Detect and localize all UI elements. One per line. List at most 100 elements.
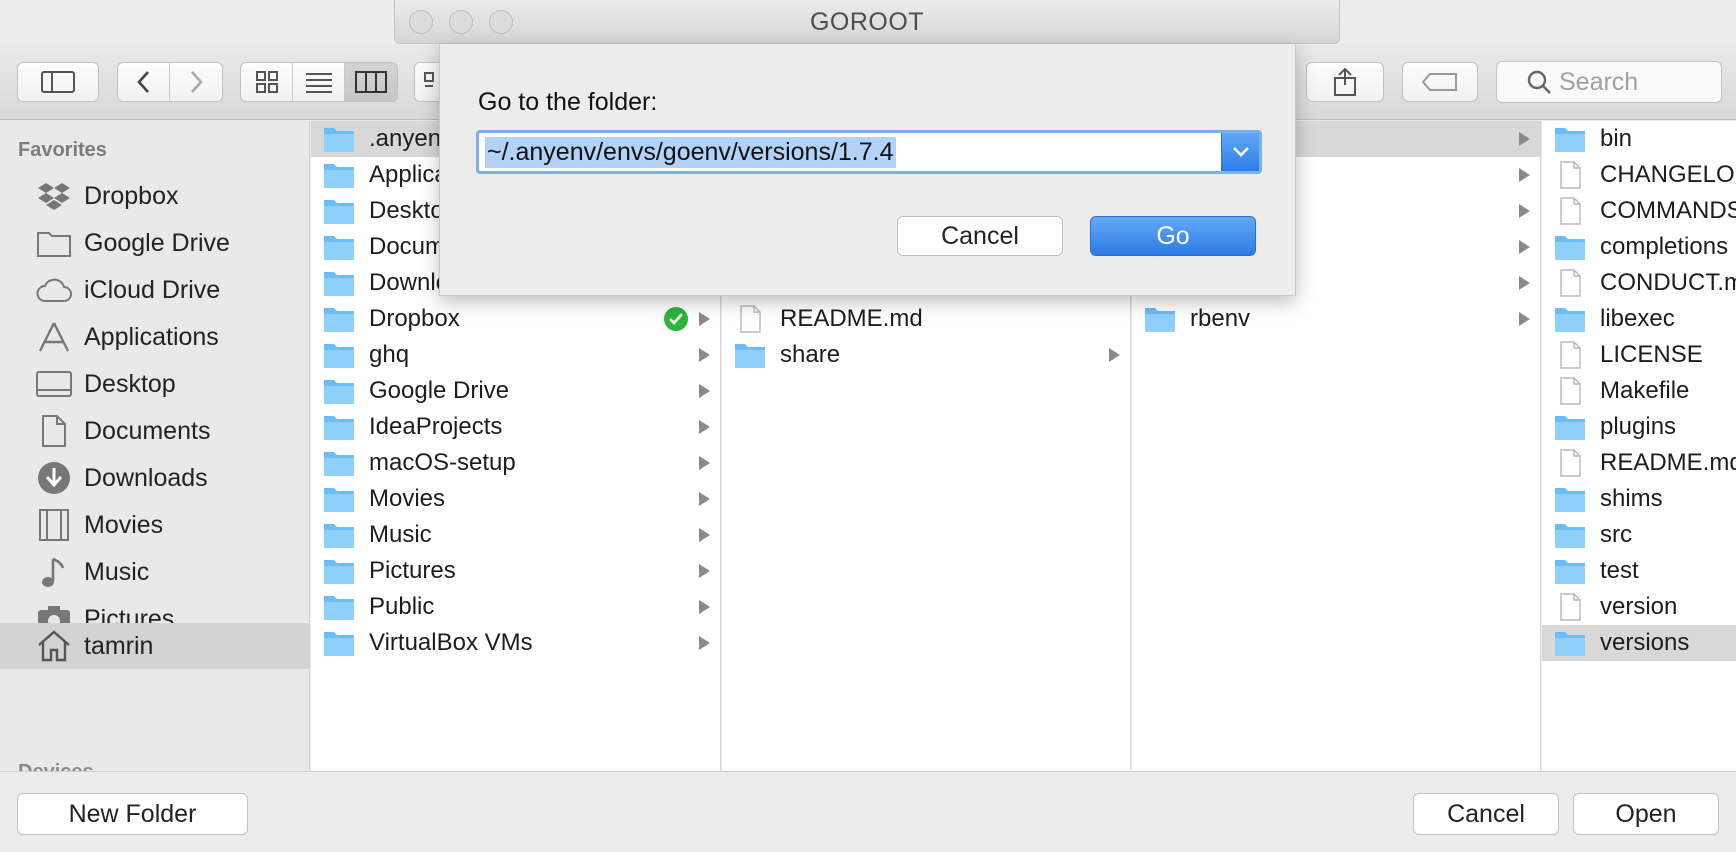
list-item[interactable]: versions xyxy=(1542,625,1736,661)
grid-icon xyxy=(255,71,278,93)
disclosure-arrow-icon xyxy=(699,312,710,326)
list-item[interactable]: Dropbox xyxy=(311,301,720,337)
folder-path-input[interactable]: ~/.anyenv/envs/goenv/versions/1.7.4 xyxy=(485,136,896,168)
item-name: COMMANDS xyxy=(1600,197,1736,224)
sidebar-item-tamrin[interactable]: tamrin xyxy=(0,623,309,669)
item-name: shims xyxy=(1600,485,1663,512)
sidebar-item-icloud-drive[interactable]: iCloud Drive xyxy=(0,267,309,313)
column-view-button[interactable] xyxy=(345,63,397,101)
list-item[interactable]: rbenv xyxy=(1132,301,1540,337)
list-item[interactable]: plugins xyxy=(1542,409,1736,445)
list-view-button[interactable] xyxy=(293,63,345,101)
folder-icon xyxy=(1145,308,1175,332)
search-field[interactable]: Search xyxy=(1496,61,1722,103)
list-item[interactable]: COMMANDS xyxy=(1542,193,1736,229)
list-item[interactable]: bin xyxy=(1542,121,1736,157)
sidebar-item-downloads[interactable]: Downloads xyxy=(0,455,309,501)
list-item[interactable]: VirtualBox VMs xyxy=(311,625,720,661)
item-name: Movies xyxy=(369,485,446,512)
folder-icon xyxy=(324,380,354,404)
list-item[interactable]: Public xyxy=(311,589,720,625)
gallery-icon xyxy=(424,72,434,87)
list-item[interactable]: src xyxy=(1542,517,1736,553)
sidebar-item-music[interactable]: Music xyxy=(0,549,309,595)
document-icon xyxy=(1560,161,1581,189)
document-icon xyxy=(1560,377,1581,405)
list-item[interactable]: README.md xyxy=(722,301,1130,337)
sidebar: Favorites Dropbox Google Drive iCloud Dr… xyxy=(0,121,310,771)
share-button[interactable] xyxy=(1306,62,1384,102)
forward-button[interactable] xyxy=(170,63,222,101)
back-button[interactable] xyxy=(118,63,170,101)
list-item[interactable]: Makefile xyxy=(1542,373,1736,409)
path-history-dropdown-button[interactable] xyxy=(1221,133,1259,171)
list-item[interactable]: shims xyxy=(1542,481,1736,517)
disclosure-arrow-icon xyxy=(699,456,710,470)
sidebar-toggle-button[interactable] xyxy=(17,62,99,102)
desktop-icon xyxy=(36,368,72,400)
folder-icon xyxy=(324,524,354,548)
list-item[interactable]: test xyxy=(1542,553,1736,589)
search-icon xyxy=(1527,70,1551,94)
list-item[interactable]: LICENSE xyxy=(1542,337,1736,373)
list-item[interactable]: Music xyxy=(311,517,720,553)
sidebar-item-label: iCloud Drive xyxy=(84,275,221,304)
column-goenv: bin CHANGELOG COMMANDS completions CONDUCT.m… xyxy=(1542,121,1736,771)
new-folder-button[interactable]: New Folder xyxy=(17,793,248,835)
list-item[interactable]: CHANGELOG xyxy=(1542,157,1736,193)
disclosure-arrow-icon xyxy=(1519,168,1530,182)
folder-icon xyxy=(324,344,354,368)
item-name: src xyxy=(1600,521,1632,548)
item-name: Google Drive xyxy=(369,377,510,404)
item-name: Makefile xyxy=(1600,377,1690,404)
folder-path-combobox[interactable]: ~/.anyenv/envs/goenv/versions/1.7.4 xyxy=(476,130,1262,174)
item-name: share xyxy=(780,341,841,368)
list-icon xyxy=(305,73,332,93)
sidebar-heading-devices: Devices xyxy=(18,761,94,771)
list-item[interactable]: ghq xyxy=(311,337,720,373)
cancel-button[interactable]: Cancel xyxy=(1413,793,1559,835)
title-bar: GOROOT xyxy=(394,0,1340,44)
sidebar-heading-favorites: Favorites xyxy=(18,139,107,161)
list-item[interactable]: Google Drive xyxy=(311,373,720,409)
folder-icon xyxy=(1555,560,1585,584)
bottom-bar: New Folder Cancel Open xyxy=(0,771,1736,852)
document-icon xyxy=(1560,449,1581,477)
sidebar-item-applications[interactable]: Applications xyxy=(0,314,309,360)
item-name: LICENSE xyxy=(1600,341,1703,368)
sidebar-item-label: Google Drive xyxy=(84,228,230,257)
list-item[interactable]: README.md xyxy=(1542,445,1736,481)
list-item[interactable]: share xyxy=(722,337,1130,373)
icon-view-button[interactable] xyxy=(241,63,293,101)
folder-icon xyxy=(324,632,354,656)
item-name: Public xyxy=(369,593,435,620)
item-name: completions xyxy=(1600,233,1729,260)
sheet-cancel-button[interactable]: Cancel xyxy=(897,216,1063,256)
sidebar-item-movies[interactable]: Movies xyxy=(0,502,309,548)
folder-icon xyxy=(1555,416,1585,440)
chevron-down-icon xyxy=(1232,147,1249,157)
window-title: GOROOT xyxy=(809,8,925,36)
sidebar-item-google-drive[interactable]: Google Drive xyxy=(0,220,309,266)
list-item[interactable]: Movies xyxy=(311,481,720,517)
list-item[interactable]: libexec xyxy=(1542,301,1736,337)
sidebar-item-label: Music xyxy=(84,557,150,586)
list-item[interactable]: Pictures xyxy=(311,553,720,589)
item-name: version xyxy=(1600,593,1678,620)
sidebar-item-dropbox[interactable]: Dropbox xyxy=(0,173,309,219)
folder-icon xyxy=(1555,236,1585,260)
sidebar-item-documents[interactable]: Documents xyxy=(0,408,309,454)
list-item[interactable]: macOS-setup xyxy=(311,445,720,481)
list-item[interactable]: CONDUCT.m xyxy=(1542,265,1736,301)
item-name: Music xyxy=(369,521,432,548)
list-item[interactable]: version xyxy=(1542,589,1736,625)
tags-button[interactable] xyxy=(1402,62,1478,102)
open-button[interactable]: Open xyxy=(1573,793,1719,835)
disclosure-arrow-icon xyxy=(699,636,710,650)
list-item[interactable]: completions xyxy=(1542,229,1736,265)
disclosure-arrow-icon xyxy=(699,384,710,398)
sidebar-item-desktop[interactable]: Desktop xyxy=(0,361,309,407)
go-button[interactable]: Go xyxy=(1090,216,1256,256)
list-item[interactable]: IdeaProjects xyxy=(311,409,720,445)
item-name: bin xyxy=(1600,125,1633,152)
